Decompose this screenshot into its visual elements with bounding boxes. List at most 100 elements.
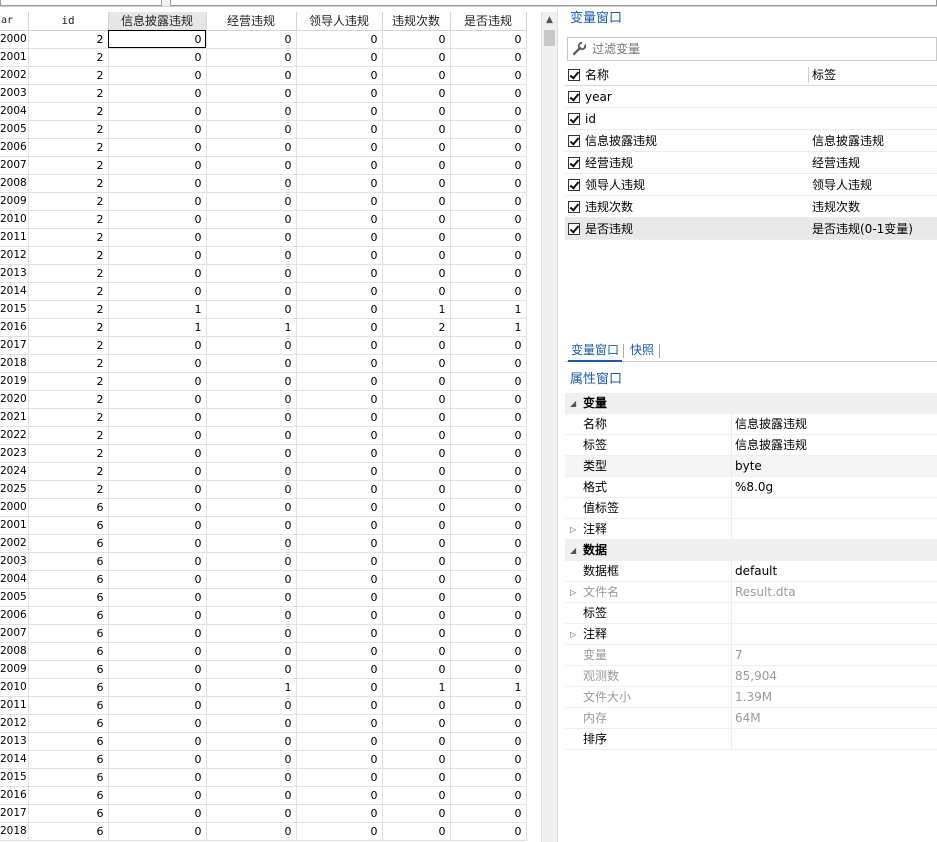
property-row[interactable]: 标签 [565, 603, 937, 624]
variable-checkbox[interactable] [568, 179, 580, 191]
cell-disclosure-violation[interactable]: 0 [108, 534, 207, 553]
column-header-id[interactable]: id [28, 12, 109, 31]
cell-disclosure-violation[interactable]: 0 [108, 210, 207, 229]
cell-operation-violation[interactable]: 0 [206, 264, 297, 283]
cell-disclosure-violation[interactable]: 0 [108, 570, 207, 589]
cell-violation-count[interactable]: 0 [382, 354, 451, 373]
variable-checkbox[interactable] [568, 157, 580, 169]
property-row[interactable]: 值标签 [565, 498, 937, 519]
cell-operation-violation[interactable]: 0 [206, 336, 297, 355]
cell-operation-violation[interactable]: 0 [206, 732, 297, 751]
cell-is-violation[interactable]: 0 [450, 426, 527, 445]
cell-is-violation[interactable]: 0 [450, 462, 527, 481]
cell-id[interactable]: 2 [28, 264, 109, 283]
variable-row[interactable]: year [565, 86, 937, 108]
table-row[interactable]: 2012 2 0 0 0 0 0 [0, 246, 527, 265]
cell-is-violation[interactable]: 0 [450, 552, 527, 571]
cell-violation-count[interactable]: 0 [382, 534, 451, 553]
cell-is-violation[interactable]: 0 [450, 354, 527, 373]
cell-id[interactable]: 2 [28, 192, 109, 211]
cell-leader-violation[interactable]: 0 [296, 588, 383, 607]
cell-year[interactable]: 2007 [0, 624, 29, 643]
cell-disclosure-violation[interactable]: 0 [108, 444, 207, 463]
cell-id[interactable]: 2 [28, 174, 109, 193]
cell-year[interactable]: 2002 [0, 66, 29, 85]
variable-checkbox[interactable] [568, 113, 580, 125]
cell-year[interactable]: 2002 [0, 534, 29, 553]
cell-id[interactable]: 2 [28, 282, 109, 301]
cell-is-violation[interactable]: 0 [450, 138, 527, 157]
cell-disclosure-violation[interactable]: 0 [108, 264, 207, 283]
cell-leader-violation[interactable]: 0 [296, 570, 383, 589]
cell-id[interactable]: 2 [28, 426, 109, 445]
cell-year[interactable]: 2014 [0, 750, 29, 769]
cell-is-violation[interactable]: 0 [450, 786, 527, 805]
cell-id[interactable]: 2 [28, 156, 109, 175]
cell-operation-violation[interactable]: 0 [206, 48, 297, 67]
cell-is-violation[interactable]: 0 [450, 696, 527, 715]
cell-year[interactable]: 2001 [0, 516, 29, 535]
cell-year[interactable]: 2009 [0, 660, 29, 679]
variable-row[interactable]: 领导人违规 领导人违规 [565, 174, 937, 196]
cell-violation-count[interactable]: 0 [382, 822, 451, 841]
table-row[interactable]: 2007 6 0 0 0 0 0 [0, 624, 527, 643]
cell-disclosure-violation[interactable]: 0 [108, 174, 207, 193]
cell-id[interactable]: 6 [28, 804, 109, 823]
cell-is-violation[interactable]: 0 [450, 714, 527, 733]
table-row[interactable]: 2023 2 0 0 0 0 0 [0, 444, 527, 463]
cell-is-violation[interactable]: 0 [450, 642, 527, 661]
scroll-up-icon[interactable]: ▲ [542, 12, 557, 28]
cell-disclosure-violation[interactable]: 0 [108, 30, 207, 49]
cell-leader-violation[interactable]: 0 [296, 390, 383, 409]
table-row[interactable]: 2020 2 0 0 0 0 0 [0, 390, 527, 409]
table-row[interactable]: 2017 6 0 0 0 0 0 [0, 804, 527, 823]
table-row[interactable]: 2010 2 0 0 0 0 0 [0, 210, 527, 229]
cell-year[interactable]: 2012 [0, 246, 29, 265]
property-row[interactable]: 变量 7 [565, 645, 937, 666]
properties-grid[interactable]: ◢ 变量 名称 信息披露违规 标签 信息披露违规 类型 byte 格式 %8.0g 值标签 ▷ 注释… [565, 393, 937, 750]
cell-disclosure-violation[interactable]: 0 [108, 678, 207, 697]
cell-violation-count[interactable]: 0 [382, 156, 451, 175]
cell-operation-violation[interactable]: 0 [206, 498, 297, 517]
property-value[interactable]: default [735, 561, 777, 582]
table-row[interactable]: 2009 6 0 0 0 0 0 [0, 660, 527, 679]
cell-leader-violation[interactable]: 0 [296, 336, 383, 355]
cell-violation-count[interactable]: 0 [382, 660, 451, 679]
cell-leader-violation[interactable]: 0 [296, 300, 383, 319]
panel-splitter[interactable] [557, 7, 565, 842]
cell-disclosure-violation[interactable]: 0 [108, 732, 207, 751]
cell-is-violation[interactable]: 0 [450, 480, 527, 499]
cell-leader-violation[interactable]: 0 [296, 192, 383, 211]
variable-row[interactable]: 违规次数 违规次数 [565, 196, 937, 218]
cell-violation-count[interactable]: 0 [382, 552, 451, 571]
variable-checkbox[interactable] [568, 223, 580, 235]
cell-is-violation[interactable]: 0 [450, 408, 527, 427]
cell-operation-violation[interactable]: 0 [206, 534, 297, 553]
cell-operation-violation[interactable]: 0 [206, 390, 297, 409]
cell-year[interactable]: 2007 [0, 156, 29, 175]
cell-year[interactable]: 2006 [0, 606, 29, 625]
cell-operation-violation[interactable]: 0 [206, 138, 297, 157]
cell-violation-count[interactable]: 0 [382, 480, 451, 499]
property-row[interactable]: 数据框 default [565, 561, 937, 582]
table-row[interactable]: 2002 6 0 0 0 0 0 [0, 534, 527, 553]
cell-year[interactable]: 2011 [0, 696, 29, 715]
cell-leader-violation[interactable]: 0 [296, 642, 383, 661]
cell-value-box[interactable] [170, 0, 937, 6]
cell-operation-violation[interactable]: 0 [206, 606, 297, 625]
cell-disclosure-violation[interactable]: 0 [108, 156, 207, 175]
cell-operation-violation[interactable]: 0 [206, 408, 297, 427]
cell-is-violation[interactable]: 0 [450, 30, 527, 49]
cell-operation-violation[interactable]: 0 [206, 516, 297, 535]
cell-year[interactable]: 2018 [0, 822, 29, 841]
table-row[interactable]: 2013 6 0 0 0 0 0 [0, 732, 527, 751]
cell-year[interactable]: 2016 [0, 318, 29, 337]
cell-id[interactable]: 6 [28, 588, 109, 607]
cell-is-violation[interactable]: 0 [450, 246, 527, 265]
cell-year[interactable]: 2016 [0, 786, 29, 805]
property-row[interactable]: ▷ 注释 [565, 519, 937, 540]
property-value[interactable]: 85,904 [735, 666, 777, 687]
cell-violation-count[interactable]: 0 [382, 30, 451, 49]
data-grid[interactable]: ar id 信息披露违规 经营违规 领导人违规 违规次数 是否违规 2000 2 0… [0, 12, 541, 842]
cell-leader-violation[interactable]: 0 [296, 768, 383, 787]
